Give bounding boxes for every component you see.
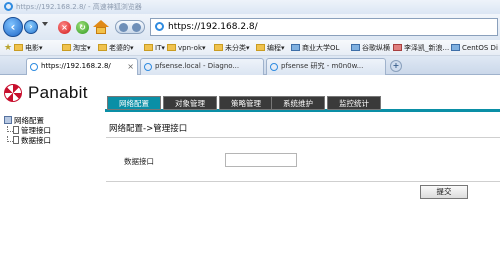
home-button[interactable] bbox=[93, 20, 109, 34]
folder-icon bbox=[214, 44, 223, 51]
page-icon bbox=[351, 44, 360, 51]
browser-tab-bar: https://192.168.2.8/ × pfsense.local - D… bbox=[0, 56, 500, 75]
tab-site-icon bbox=[270, 63, 278, 71]
forward-button[interactable]: › bbox=[24, 20, 38, 34]
page-icon bbox=[451, 44, 460, 51]
bookmark-item[interactable]: 未分类▾ bbox=[214, 43, 250, 53]
refresh-button[interactable]: ↻ bbox=[76, 21, 89, 34]
folder-icon bbox=[167, 44, 176, 51]
stop-button[interactable]: × bbox=[58, 21, 71, 34]
bookmark-item[interactable]: IT▾ bbox=[144, 43, 165, 53]
menu-tab-object-management[interactable]: 对象管理 bbox=[163, 96, 217, 110]
web-page: Panabit 网络配置 对象管理 策略管理 系统维护 监控统计 网络配置 管理… bbox=[0, 76, 500, 275]
logo-text: Panabit bbox=[28, 83, 88, 102]
bookmark-link[interactable]: 谷歌纵横 bbox=[351, 43, 390, 53]
bookmarks-bar: ★ 电影▾ 淘宝▾ 老婆的▾ IT▾ vpn-ok▾ 未分类▾ 编程▾ 商业大学… bbox=[0, 40, 500, 56]
address-text: https://192.168.2.8/ bbox=[168, 22, 258, 32]
tab-site-icon bbox=[30, 63, 38, 71]
bookmark-item[interactable]: 编程▾ bbox=[256, 43, 285, 53]
back-button[interactable]: ‹ bbox=[3, 17, 23, 37]
extra-nav-control[interactable] bbox=[115, 20, 145, 34]
data-interface-label: 数据接口 bbox=[124, 157, 154, 166]
browser-tab[interactable]: pfsense 研究 - m0n0w... bbox=[266, 58, 386, 75]
main-menu: 网络配置 对象管理 策略管理 系统维护 监控统计 bbox=[105, 96, 500, 112]
history-dropdown-icon[interactable] bbox=[42, 22, 48, 26]
bookmark-item[interactable]: vpn-ok▾ bbox=[167, 43, 206, 53]
address-bar[interactable]: https://192.168.2.8/ bbox=[150, 18, 498, 36]
navigation-bar: ‹ › × ↻ https://192.168.2.8/ bbox=[0, 14, 500, 40]
menu-tab-system-maintenance[interactable]: 系统维护 bbox=[271, 96, 325, 110]
bookmark-item[interactable]: 电影▾ bbox=[14, 43, 43, 53]
page-title: 网络配置->管理接口 bbox=[109, 124, 188, 134]
document-icon bbox=[13, 136, 19, 144]
sidebar-item-management-interface[interactable]: 管理接口 bbox=[7, 126, 51, 136]
bookmark-link[interactable]: 商业大学OL bbox=[291, 43, 339, 53]
browser-tab[interactable]: pfsense.local - Diagno... bbox=[140, 58, 264, 75]
browser-icon bbox=[4, 2, 13, 11]
folder-icon bbox=[14, 44, 23, 51]
folder-icon bbox=[256, 44, 265, 51]
computer-icon bbox=[4, 116, 12, 124]
bookmark-item[interactable]: 老婆的▾ bbox=[98, 43, 134, 53]
tree-root-network-config[interactable]: 网络配置 bbox=[4, 116, 44, 126]
bookmark-item[interactable]: 淘宝▾ bbox=[62, 43, 91, 53]
bookmark-link[interactable]: 李泽凯_新浪... bbox=[393, 43, 449, 53]
folder-icon bbox=[98, 44, 107, 51]
home-icon bbox=[93, 20, 109, 27]
bookmark-link[interactable]: CentOS Di bbox=[451, 43, 498, 53]
data-interface-input[interactable] bbox=[225, 153, 297, 167]
folder-icon bbox=[144, 44, 153, 51]
browser-tab-active[interactable]: https://192.168.2.8/ × bbox=[26, 58, 138, 75]
window-title: https://192.168.2.8/ - 高速神狐浏览器 bbox=[16, 3, 142, 11]
page-icon bbox=[393, 44, 402, 51]
menu-tab-network-config[interactable]: 网络配置 bbox=[107, 96, 161, 110]
divider bbox=[106, 181, 500, 182]
menu-tab-policy-management[interactable]: 策略管理 bbox=[219, 96, 273, 110]
sidebar-item-data-interface[interactable]: 数据接口 bbox=[7, 136, 51, 146]
page-icon bbox=[291, 44, 300, 51]
folder-icon bbox=[62, 44, 71, 51]
logo-icon bbox=[4, 84, 22, 102]
new-tab-button[interactable]: + bbox=[390, 60, 402, 72]
favorites-star-icon[interactable]: ★ bbox=[4, 43, 12, 53]
divider bbox=[106, 137, 500, 138]
document-icon bbox=[13, 126, 19, 134]
menu-tab-monitoring[interactable]: 监控统计 bbox=[327, 96, 381, 110]
site-icon bbox=[155, 22, 164, 31]
close-tab-icon[interactable]: × bbox=[127, 59, 134, 74]
submit-button[interactable]: 提交 bbox=[420, 185, 468, 199]
tab-site-icon bbox=[144, 63, 152, 71]
window-title-bar: https://192.168.2.8/ - 高速神狐浏览器 bbox=[0, 0, 500, 14]
